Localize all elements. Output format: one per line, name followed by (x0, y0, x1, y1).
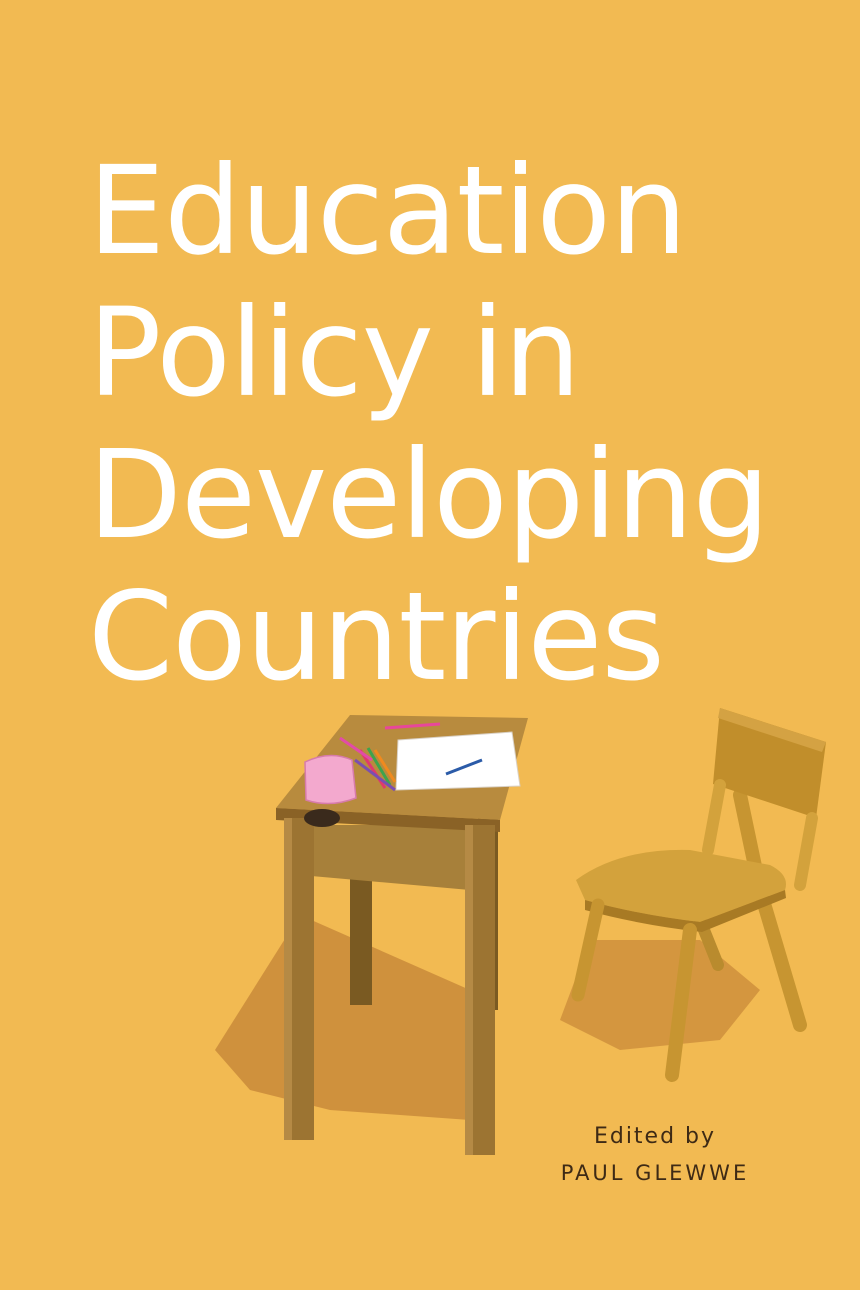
edited-by-label: Edited by (593, 1124, 717, 1149)
title-line-4: Countries (88, 566, 665, 708)
editor-name: PAUL GLEWWE (560, 1161, 750, 1185)
editor-credit: Edited by PAUL GLEWWE (560, 1124, 750, 1185)
book-cover: Education Policy in Developing Countries (0, 0, 860, 1290)
title-line-3: Developing (88, 424, 770, 566)
book-title: Education Policy in Developing Countries (88, 140, 770, 708)
title-line-1: Education (88, 140, 687, 282)
title-line-2: Policy in (88, 282, 581, 424)
cover-illustration (215, 708, 826, 1155)
